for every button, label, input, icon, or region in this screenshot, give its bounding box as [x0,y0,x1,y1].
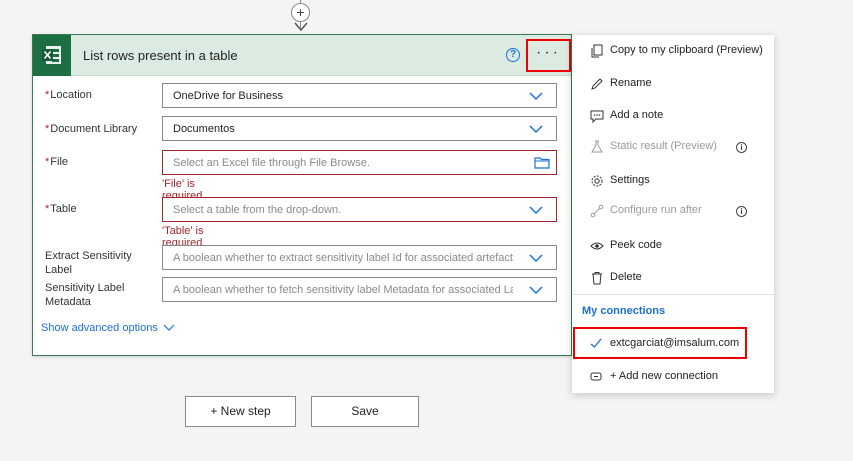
chevron-down-icon [529,206,543,215]
sensitivity-metadata-placeholder: A boolean whether to fetch sensitivity l… [173,284,513,296]
menu-divider [572,294,774,295]
folder-icon[interactable] [534,156,550,169]
file-label: *File [45,156,69,168]
save-button[interactable]: Save [311,396,419,427]
extract-sensitivity-dropdown[interactable]: A boolean whether to extract sensitivity… [162,245,557,270]
note-icon [590,110,604,123]
gear-icon [591,175,603,187]
card-header[interactable]: List rows present in a table ? ··· [33,35,571,76]
connection-email[interactable]: extcgarciat@imsalum.com [610,337,739,349]
info-icon[interactable]: i [736,142,747,153]
run-after-icon [590,204,604,218]
document-library-value: Documentos [173,123,235,135]
show-advanced-options-link[interactable]: Show advanced options [41,322,158,334]
menu-item-label: Rename [610,77,652,89]
help-icon[interactable]: ? [506,48,520,62]
menu-item-add-note[interactable]: Add a note [572,104,774,130]
sensitivity-metadata-dropdown[interactable]: A boolean whether to fetch sensitivity l… [162,277,557,302]
flask-icon [591,140,603,153]
pencil-icon [591,78,603,90]
file-placeholder: Select an Excel file through File Browse… [173,157,370,169]
location-label: *Location [45,89,92,101]
info-icon[interactable]: i [736,206,747,217]
connection-icon [590,372,602,381]
table-label: *Table [45,203,77,215]
menu-item-label: Static result (Preview) [610,140,717,152]
extract-sensitivity-placeholder: A boolean whether to extract sensitivity… [173,252,513,264]
checkmark-icon [590,338,602,348]
insert-step-icon[interactable]: + [291,3,310,22]
new-step-button[interactable]: + New step [185,396,296,427]
table-dropdown[interactable]: Select a table from the drop-down. [162,197,557,222]
chevron-down-icon[interactable] [163,324,175,332]
location-dropdown[interactable]: OneDrive for Business [162,83,557,108]
chevron-down-icon [529,125,543,134]
chevron-down-icon [529,92,543,101]
add-new-connection-link[interactable]: + Add new connection [610,370,718,382]
excel-icon [33,35,71,76]
table-placeholder: Select a table from the drop-down. [173,204,342,216]
chevron-down-icon [529,286,543,295]
document-library-dropdown[interactable]: Documentos [162,116,557,141]
menu-item-peek-code[interactable]: Peek code [572,234,774,260]
menu-item-label: Settings [610,174,650,186]
menu-item-configure-run-after: Configure run after i [572,199,774,225]
extract-sensitivity-label: Extract Sensitivity Label [45,250,132,276]
file-input[interactable]: Select an Excel file through File Browse… [162,150,557,175]
menu-item-label: Configure run after [610,204,702,216]
menu-item-label: Peek code [610,239,662,251]
sensitivity-metadata-label: Sensitivity Label Metadata [45,282,125,308]
chevron-down-icon [529,254,543,263]
menu-item-rename[interactable]: Rename [572,72,774,98]
menu-item-label: Copy to my clipboard (Preview) [610,44,763,56]
card-title: List rows present in a table [83,48,238,63]
menu-item-label: Add a note [610,109,664,121]
menu-item-label: Delete [610,271,642,283]
document-library-label: *Document Library [45,123,138,135]
my-connections-heading: My connections [582,305,666,317]
menu-item-copy-clipboard[interactable]: Copy to my clipboard (Preview) [572,39,774,65]
more-options-button[interactable]: ··· [526,39,571,72]
action-card: List rows present in a table ? ··· *Loca… [32,34,572,356]
arrow-down-icon [294,22,308,32]
menu-item-delete[interactable]: Delete [572,266,774,292]
menu-item-static-result: Static result (Preview) i [572,135,774,161]
menu-item-settings[interactable]: Settings [572,169,774,195]
eye-icon [590,242,604,250]
trash-icon [592,272,602,285]
action-context-menu: Copy to my clipboard (Preview) Rename Ad… [572,35,774,393]
copy-icon [591,44,603,58]
location-value: OneDrive for Business [173,90,284,102]
